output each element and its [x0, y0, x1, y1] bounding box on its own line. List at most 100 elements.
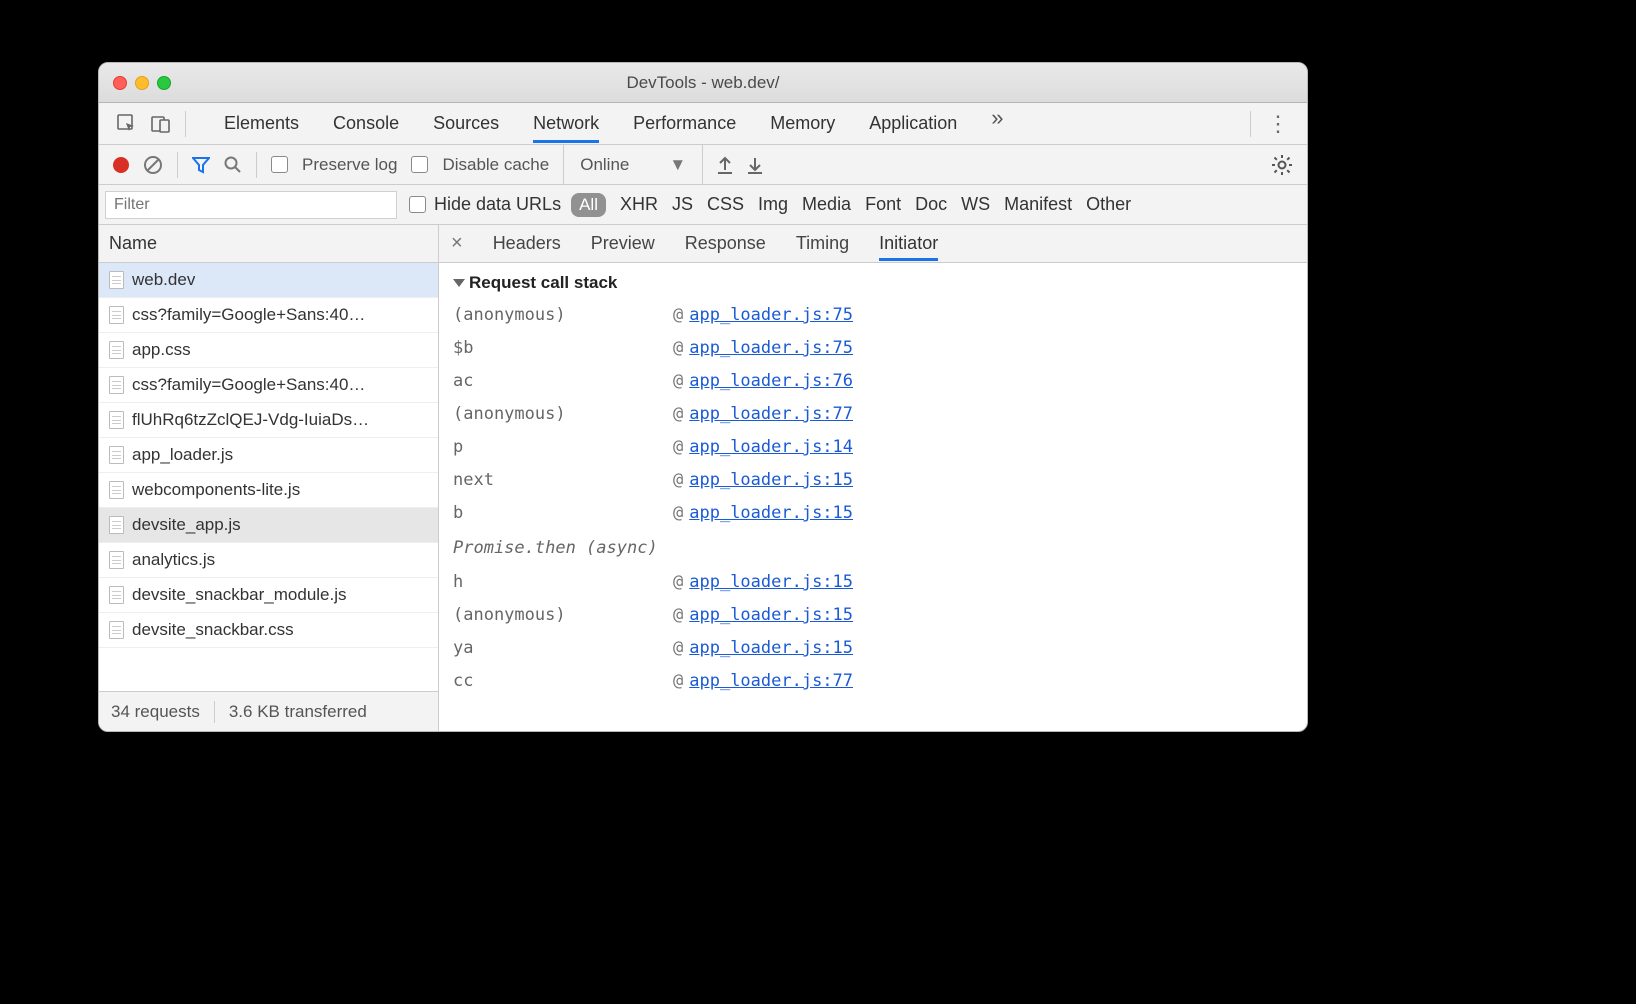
- stack-source-link[interactable]: app_loader.js:76: [689, 365, 853, 398]
- detail-body: Request call stack (anonymous)@app_loade…: [439, 263, 1307, 731]
- stack-function: (anonymous): [453, 599, 673, 632]
- tabs-overflow-icon[interactable]: »: [991, 105, 1003, 143]
- stack-source-link[interactable]: app_loader.js:77: [689, 398, 853, 431]
- type-filter-font[interactable]: Font: [865, 194, 901, 215]
- window-maximize-button[interactable]: [157, 76, 171, 90]
- request-row[interactable]: devsite_snackbar_module.js: [99, 578, 438, 613]
- separator: [214, 701, 215, 723]
- type-filter-media[interactable]: Media: [802, 194, 851, 215]
- stack-source-link[interactable]: app_loader.js:75: [689, 299, 853, 332]
- hide-data-urls-label: Hide data URLs: [434, 194, 561, 215]
- request-row[interactable]: webcomponents-lite.js: [99, 473, 438, 508]
- section-title-text: Request call stack: [469, 273, 617, 293]
- request-row[interactable]: analytics.js: [99, 543, 438, 578]
- tab-application[interactable]: Application: [869, 105, 957, 143]
- type-filter-js[interactable]: JS: [672, 194, 693, 215]
- file-icon: [109, 411, 124, 429]
- tab-network[interactable]: Network: [533, 105, 599, 143]
- request-row[interactable]: app.css: [99, 333, 438, 368]
- filter-input[interactable]: [105, 191, 397, 219]
- stack-function: next: [453, 464, 673, 497]
- stack-frame: ac@app_loader.js:76: [453, 365, 1293, 398]
- throttle-value: Online: [580, 155, 629, 175]
- stack-source-link[interactable]: app_loader.js:15: [689, 497, 853, 530]
- type-filter-xhr[interactable]: XHR: [620, 194, 658, 215]
- request-row[interactable]: web.dev: [99, 263, 438, 298]
- stack-at-symbol: @: [673, 398, 683, 431]
- preserve-log-checkbox[interactable]: [271, 156, 288, 173]
- type-filter-all[interactable]: All: [571, 193, 606, 217]
- file-icon: [109, 446, 124, 464]
- type-filter-css[interactable]: CSS: [707, 194, 744, 215]
- stack-frame: ya@app_loader.js:15: [453, 632, 1293, 665]
- filter-bar: Hide data URLs All XHR JS CSS Img Media …: [99, 185, 1307, 225]
- request-row[interactable]: css?family=Google+Sans:40…: [99, 298, 438, 333]
- disable-cache-checkbox[interactable]: [411, 156, 428, 173]
- call-stack: (anonymous)@app_loader.js:75$b@app_loade…: [453, 299, 1293, 530]
- network-toolbar: Preserve log Disable cache Online ▼: [99, 145, 1307, 185]
- kebab-menu-icon[interactable]: ⋮: [1267, 111, 1289, 137]
- request-list: Name web.devcss?family=Google+Sans:40…ap…: [99, 225, 439, 731]
- hide-data-urls-checkbox[interactable]: [409, 196, 426, 213]
- settings-gear-icon[interactable]: [1271, 154, 1293, 176]
- stack-source-link[interactable]: app_loader.js:15: [689, 599, 853, 632]
- close-detail-icon[interactable]: ×: [451, 232, 463, 255]
- type-filter-doc[interactable]: Doc: [915, 194, 947, 215]
- stack-frame: $b@app_loader.js:75: [453, 332, 1293, 365]
- stack-source-link[interactable]: app_loader.js:77: [689, 665, 853, 698]
- transferred-size: 3.6 KB transferred: [229, 702, 367, 722]
- request-list-header[interactable]: Name: [99, 225, 438, 263]
- file-icon: [109, 376, 124, 394]
- type-filter-manifest[interactable]: Manifest: [1004, 194, 1072, 215]
- stack-source-link[interactable]: app_loader.js:75: [689, 332, 853, 365]
- request-row[interactable]: flUhRq6tzZclQEJ-Vdg-IuiaDs…: [99, 403, 438, 438]
- record-button[interactable]: [113, 157, 129, 173]
- request-list-footer: 34 requests 3.6 KB transferred: [99, 691, 438, 731]
- type-filter-img[interactable]: Img: [758, 194, 788, 215]
- tab-elements[interactable]: Elements: [224, 105, 299, 143]
- file-icon: [109, 551, 124, 569]
- detail-tab-headers[interactable]: Headers: [493, 227, 561, 260]
- detail-pane: × Headers Preview Response Timing Initia…: [439, 225, 1307, 731]
- stack-frame: (anonymous)@app_loader.js:77: [453, 398, 1293, 431]
- tab-memory[interactable]: Memory: [770, 105, 835, 143]
- stack-at-symbol: @: [673, 566, 683, 599]
- device-toggle-icon[interactable]: [151, 114, 171, 134]
- type-filter-ws[interactable]: WS: [961, 194, 990, 215]
- detail-tab-preview[interactable]: Preview: [591, 227, 655, 260]
- separator: [256, 152, 257, 178]
- download-har-icon[interactable]: [747, 156, 763, 174]
- detail-tab-timing[interactable]: Timing: [796, 227, 849, 260]
- detail-tabs: × Headers Preview Response Timing Initia…: [439, 225, 1307, 263]
- upload-har-icon[interactable]: [717, 156, 733, 174]
- stack-source-link[interactable]: app_loader.js:14: [689, 431, 853, 464]
- stack-source-link[interactable]: app_loader.js:15: [689, 464, 853, 497]
- stack-section-title[interactable]: Request call stack: [453, 273, 1293, 293]
- stack-source-link[interactable]: app_loader.js:15: [689, 566, 853, 599]
- request-name: app_loader.js: [132, 445, 233, 465]
- async-boundary: Promise.then (async): [453, 530, 1293, 566]
- tab-console[interactable]: Console: [333, 105, 399, 143]
- inspect-icon[interactable]: [117, 114, 137, 134]
- request-row[interactable]: devsite_app.js: [99, 508, 438, 543]
- throttle-select[interactable]: Online ▼: [563, 145, 703, 184]
- devtools-window: DevTools - web.dev/ Elements Console Sou…: [98, 62, 1308, 732]
- chevron-down-icon: ▼: [669, 155, 686, 175]
- type-filter-other[interactable]: Other: [1086, 194, 1131, 215]
- window-minimize-button[interactable]: [135, 76, 149, 90]
- tab-performance[interactable]: Performance: [633, 105, 736, 143]
- stack-function: ya: [453, 632, 673, 665]
- tab-sources[interactable]: Sources: [433, 105, 499, 143]
- request-row[interactable]: css?family=Google+Sans:40…: [99, 368, 438, 403]
- filter-toggle-icon[interactable]: [192, 156, 210, 174]
- detail-tab-initiator[interactable]: Initiator: [879, 227, 938, 261]
- request-row[interactable]: app_loader.js: [99, 438, 438, 473]
- call-stack-async: h@app_loader.js:15(anonymous)@app_loader…: [453, 566, 1293, 698]
- search-icon[interactable]: [224, 156, 242, 174]
- window-close-button[interactable]: [113, 76, 127, 90]
- detail-tab-response[interactable]: Response: [685, 227, 766, 260]
- clear-icon[interactable]: [143, 155, 163, 175]
- request-row[interactable]: devsite_snackbar.css: [99, 613, 438, 648]
- stack-source-link[interactable]: app_loader.js:15: [689, 632, 853, 665]
- request-name: analytics.js: [132, 550, 215, 570]
